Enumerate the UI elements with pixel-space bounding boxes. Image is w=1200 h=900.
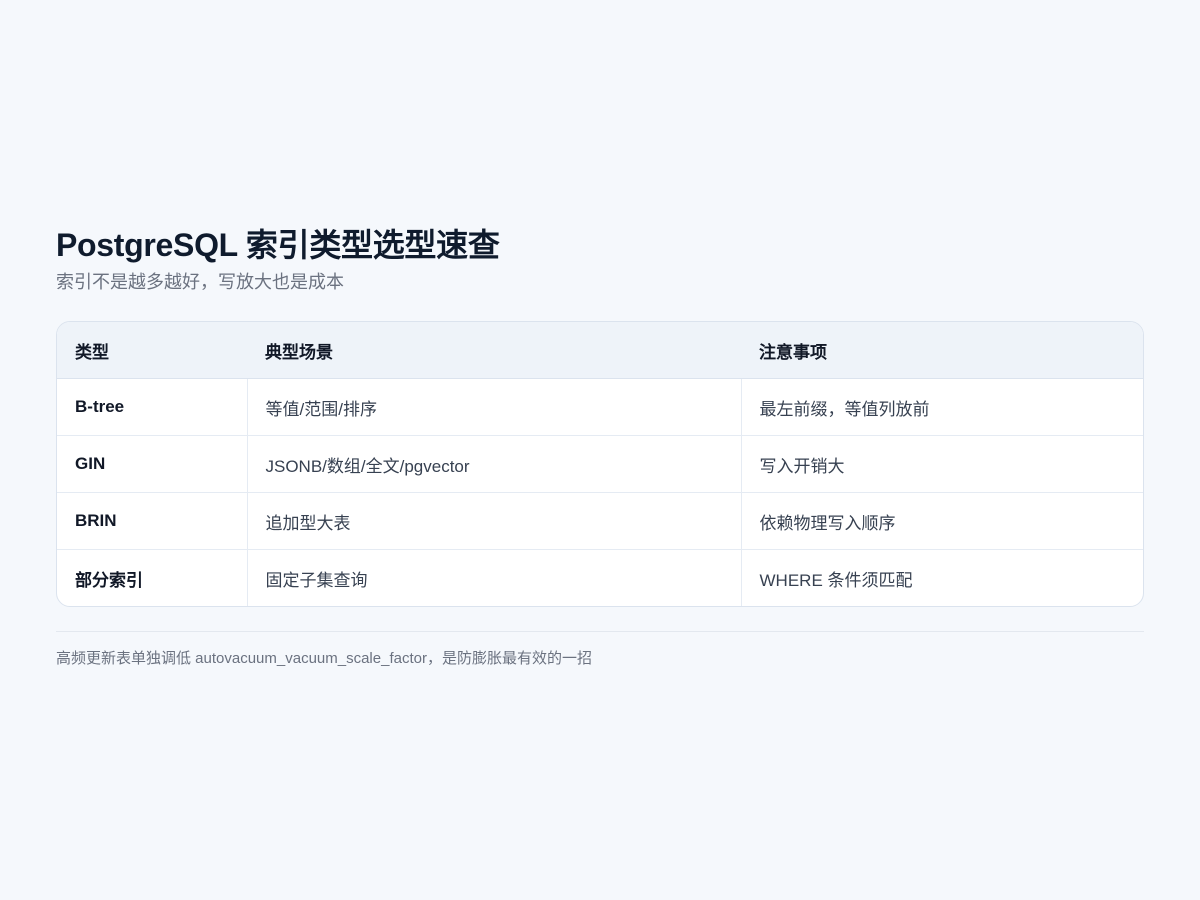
row-notes-cell: 最左前缀，等值列放前 <box>740 378 1143 436</box>
row-type-cell: BRIN <box>57 492 247 550</box>
row-type-cell: GIN <box>57 435 247 493</box>
table-row: BRIN 追加型大表 依赖物理写入顺序 <box>57 492 1143 550</box>
footer-note: 高频更新表单独调低 autovacuum_vacuum_scale_factor… <box>56 650 592 667</box>
footer-divider <box>56 631 1144 632</box>
row-notes-cell: 写入开销大 <box>740 435 1143 493</box>
row-notes-cell: WHERE 条件须匹配 <box>740 549 1143 606</box>
column-header-scenario: 典型场景 <box>247 322 741 379</box>
table-row: GIN JSONB/数组/全文/pgvector 写入开销大 <box>57 435 1143 493</box>
row-scenario-cell: 固定子集查询 <box>246 549 741 606</box>
row-notes-cell: 依赖物理写入顺序 <box>740 492 1143 550</box>
row-scenario-cell: JSONB/数组/全文/pgvector <box>246 435 741 493</box>
row-type-cell: B-tree <box>57 378 247 436</box>
table-row: 部分索引 固定子集查询 WHERE 条件须匹配 <box>57 549 1143 606</box>
page-title: PostgreSQL 索引类型选型速查 <box>56 227 500 263</box>
index-type-table: 类型 典型场景 注意事项 B-tree 等值/范围/排序 最左前缀，等值列放前 … <box>56 321 1144 607</box>
page-subtitle: 索引不是越多越好，写放大也是成本 <box>56 272 344 292</box>
column-header-notes: 注意事项 <box>741 322 1143 379</box>
row-type-cell: 部分索引 <box>75 570 143 590</box>
column-header-type: 类型 <box>57 322 247 379</box>
row-scenario-cell: 等值/范围/排序 <box>246 378 741 436</box>
row-scenario-cell: 追加型大表 <box>246 492 741 550</box>
page-content: PostgreSQL 索引类型选型速查 索引不是越多越好，写放大也是成本 类型 … <box>56 225 1144 670</box>
table-row: B-tree 等值/范围/排序 最左前缀，等值列放前 <box>57 378 1143 436</box>
table-header-row: 类型 典型场景 注意事项 <box>57 322 1143 379</box>
